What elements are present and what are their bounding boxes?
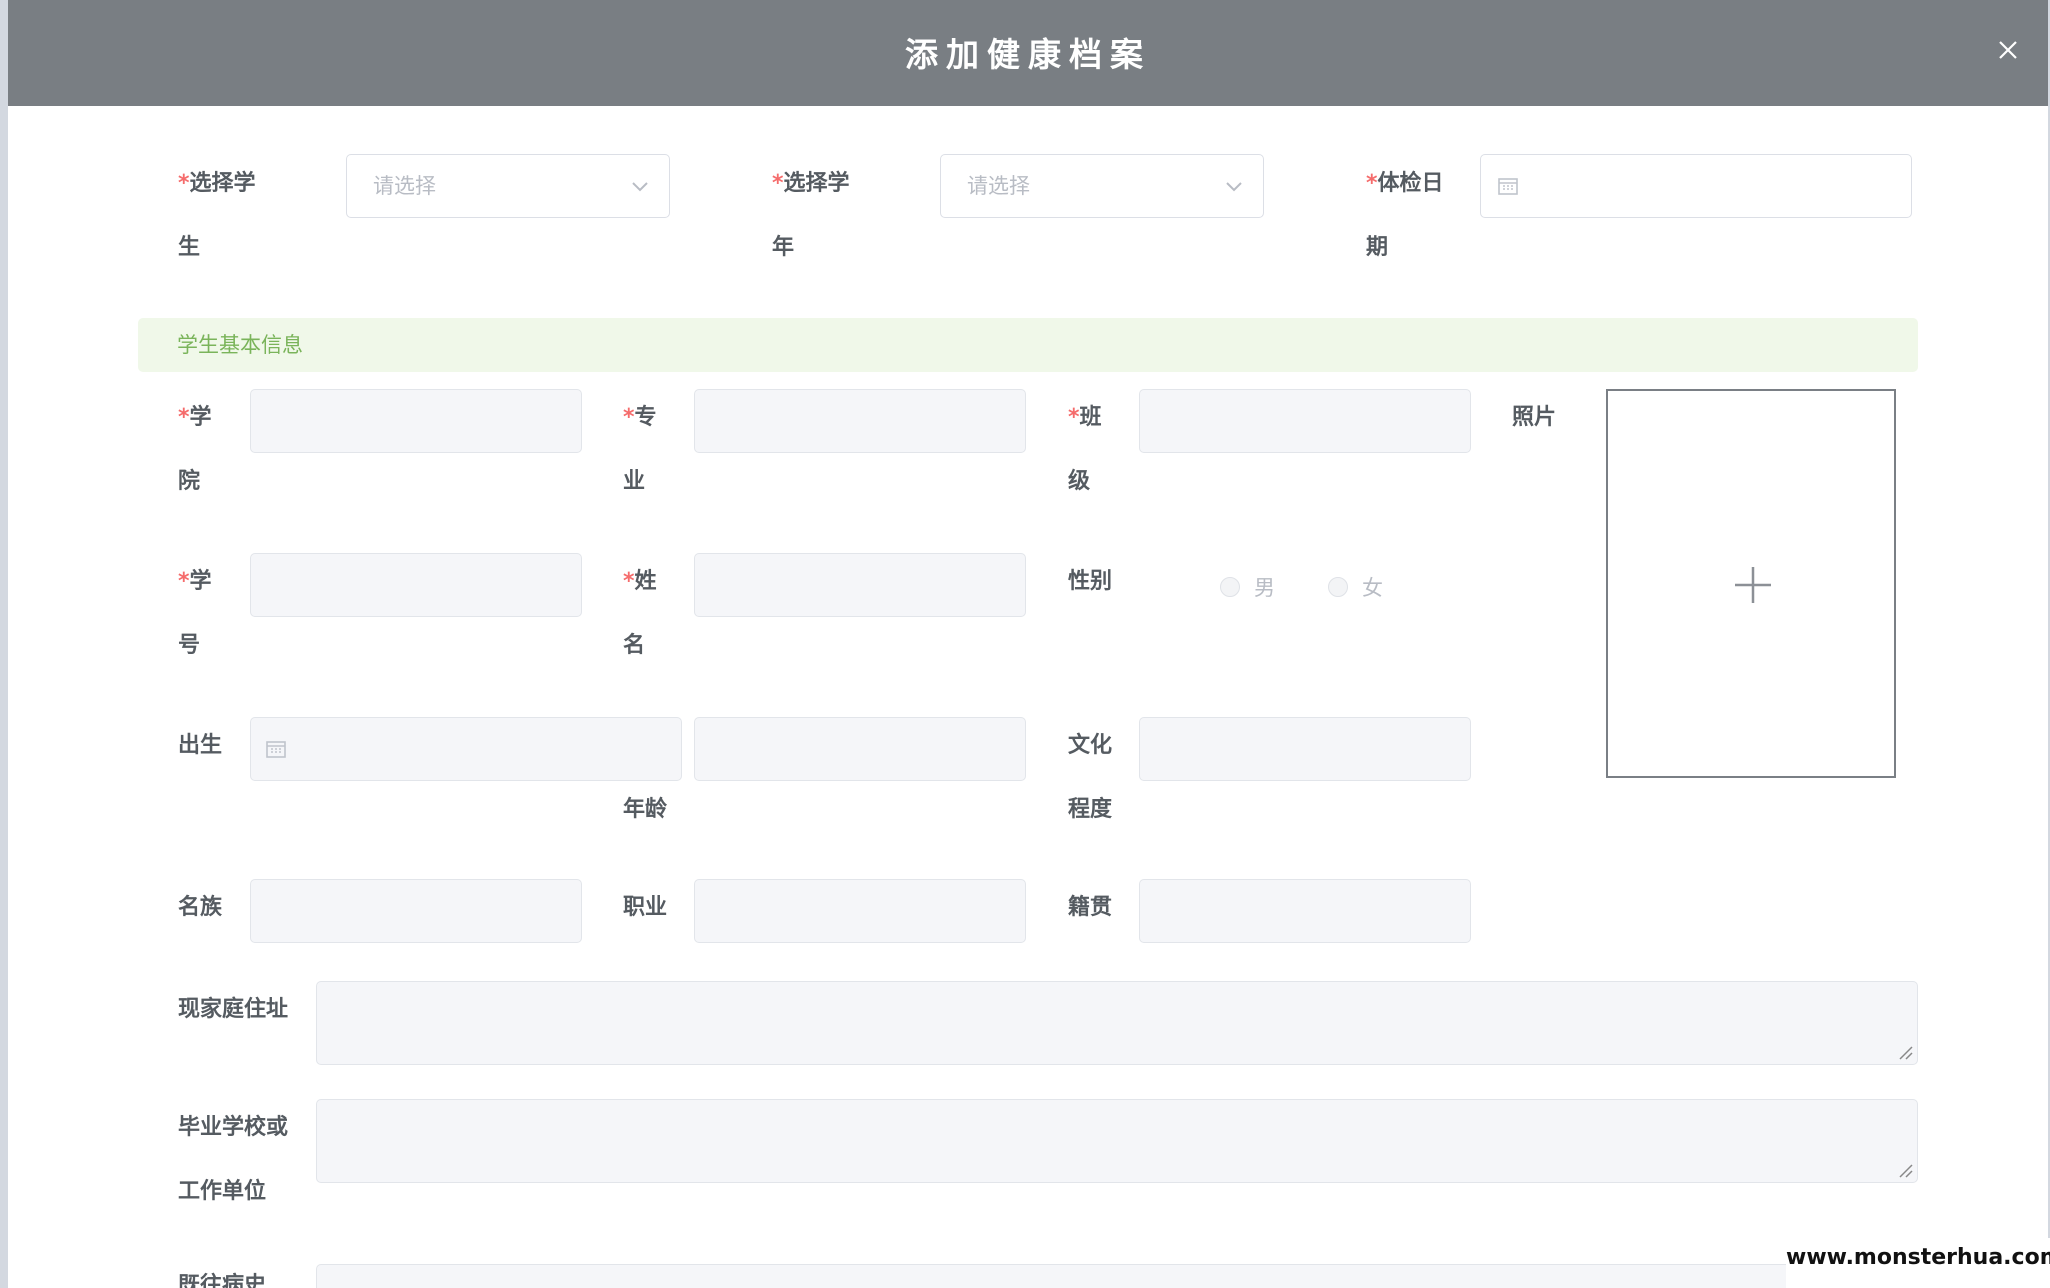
ethnicity-label: 名族 (178, 895, 223, 920)
major-label: *专 业 (623, 405, 657, 494)
select-student-label: *选择学 生 (178, 171, 256, 260)
select-year-placeholder: 请选择 (967, 174, 1030, 198)
section-basic-info: 学生基本信息 (138, 318, 1918, 372)
resize-handle-icon (1899, 1164, 1913, 1178)
close-icon[interactable] (1988, 30, 2028, 70)
select-year-dropdown[interactable]: 请选择 (940, 154, 1264, 218)
name-label: *姓 名 (623, 569, 657, 658)
exam-date-label: *体检日 期 (1366, 171, 1444, 260)
student-no-label: *学 号 (178, 569, 212, 658)
school-label: 毕业学校或 工作单位 (178, 1115, 289, 1204)
medical-history-textarea[interactable] (316, 1264, 1918, 1288)
education-label: 文化 程度 (1068, 733, 1113, 822)
age-input[interactable] (694, 717, 1026, 781)
gender-label: 性别 (1068, 569, 1113, 594)
native-place-label: 籍贯 (1068, 895, 1113, 920)
chevron-down-icon (632, 182, 648, 192)
college-input[interactable] (250, 389, 582, 453)
gender-radio-female[interactable]: 女 (1328, 572, 1383, 602)
radio-circle (1220, 577, 1240, 597)
section-title: 学生基本信息 (177, 333, 303, 357)
major-input[interactable] (694, 389, 1026, 453)
occupation-label: 职业 (623, 895, 668, 920)
birth-label: 出生 (178, 733, 223, 758)
class-label: *班 级 (1068, 405, 1102, 494)
radio-circle (1328, 577, 1348, 597)
school-textarea[interactable] (316, 1099, 1918, 1183)
calendar-icon (1498, 178, 1518, 195)
medical-history-label: 既往病史 (178, 1273, 267, 1288)
select-year-label: *选择学 年 (772, 171, 850, 260)
dialog-header: 添加健康档案 (8, 0, 2048, 106)
photo-label: 照片 (1512, 405, 1557, 430)
chevron-down-icon (1226, 182, 1242, 192)
ethnicity-input[interactable] (250, 879, 582, 943)
resize-handle-icon (1899, 1046, 1913, 1060)
dialog-title: 添加健康档案 (905, 35, 1151, 74)
education-input[interactable] (1139, 717, 1471, 781)
plus-icon (1735, 567, 1771, 603)
student-no-input[interactable] (250, 553, 582, 617)
watermark: www.monsterhua.com (1786, 1238, 2050, 1288)
birth-date-picker[interactable] (250, 717, 682, 781)
select-student-placeholder: 请选择 (373, 174, 436, 198)
select-student-dropdown[interactable]: 请选择 (346, 154, 670, 218)
class-input[interactable] (1139, 389, 1471, 453)
home-address-label: 现家庭住址 (178, 997, 289, 1022)
photo-upload[interactable] (1606, 389, 1896, 778)
name-input[interactable] (694, 553, 1026, 617)
gender-radio-male[interactable]: 男 (1220, 572, 1275, 602)
home-address-textarea[interactable] (316, 981, 1918, 1065)
native-place-input[interactable] (1139, 879, 1471, 943)
age-label: 年龄 (623, 797, 668, 822)
college-label: *学 院 (178, 405, 212, 494)
occupation-input[interactable] (694, 879, 1026, 943)
calendar-icon (266, 741, 286, 758)
exam-date-picker[interactable] (1480, 154, 1912, 218)
add-health-record-dialog: 添加健康档案 *选择学 生 请选择 *选择学 年 请选择 *体检日 期 学生基本… (8, 0, 2048, 1288)
